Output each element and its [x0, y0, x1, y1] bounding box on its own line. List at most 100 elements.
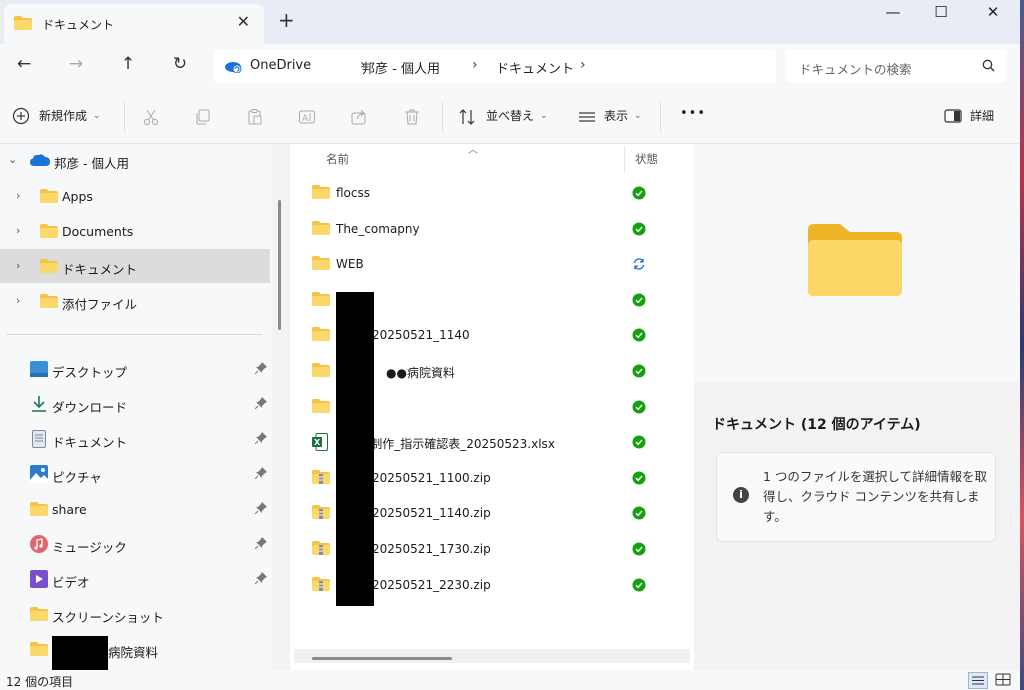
sort-button[interactable]: 並べ替え ⌄	[486, 107, 548, 124]
details-button[interactable]: 詳細	[970, 107, 994, 124]
pin-icon[interactable]	[254, 537, 267, 552]
paste-icon[interactable]	[246, 108, 264, 129]
more-options-button[interactable]: •••	[680, 106, 706, 121]
toolbar-divider	[660, 102, 661, 132]
sidebar-item-label: ピクチャ	[52, 470, 102, 485]
sync-pending-icon	[632, 257, 646, 274]
folder-icon	[14, 16, 32, 33]
folder-icon	[30, 642, 48, 659]
forward-button[interactable]: →	[62, 54, 90, 80]
sidebar-item-screenshots[interactable]: スクリーンショット	[0, 597, 270, 631]
view-button[interactable]: 表示 ⌄	[604, 107, 642, 124]
refresh-button[interactable]: ↻	[166, 54, 194, 80]
sidebar-item-documents-qa[interactable]: ドキュメント	[0, 422, 270, 456]
sidebar-item-videos[interactable]: ビデオ	[0, 562, 270, 596]
rename-icon[interactable]: A	[298, 108, 316, 129]
breadcrumb-personal[interactable]: 邦彦 - 個人用	[362, 58, 440, 77]
sync-complete-icon	[632, 471, 646, 488]
sidebar-item-desktop[interactable]: デスクトップ	[0, 352, 270, 386]
sidebar-item-music[interactable]: ミュージック	[0, 527, 270, 561]
address-bar[interactable]: OneDrive › 邦彦 - 個人用 › ドキュメント ›	[214, 49, 776, 83]
file-name: flocss	[336, 186, 371, 200]
tiles-view-button[interactable]	[994, 672, 1014, 689]
sidebar-item-share[interactable]: share	[0, 492, 270, 526]
sync-complete-icon	[632, 186, 646, 203]
folder-icon	[30, 607, 48, 624]
file-name: B制作_指示確認表_20250523.xlsx	[362, 437, 555, 452]
up-button[interactable]: ↑	[114, 54, 142, 80]
chevron-right-icon[interactable]: ›	[16, 189, 20, 202]
share-icon[interactable]	[350, 108, 368, 129]
pin-icon[interactable]	[254, 362, 267, 377]
desktop-background-edge	[1020, 0, 1024, 690]
folder-icon	[312, 256, 330, 273]
excel-file-icon: X	[312, 433, 328, 454]
chevron-down-icon: ⌄	[540, 110, 548, 121]
pin-icon[interactable]	[254, 397, 267, 412]
desktop-icon	[30, 361, 48, 380]
sidebar-scrollbar[interactable]	[278, 200, 281, 330]
tab-close-icon[interactable]: ✕	[237, 12, 250, 31]
folder-icon	[312, 327, 330, 344]
horizontal-scrollbar[interactable]	[312, 657, 452, 660]
sync-complete-icon	[632, 222, 646, 239]
chevron-down-icon[interactable]: ⌄	[8, 153, 17, 166]
pin-icon[interactable]	[254, 467, 267, 482]
sidebar-divider	[6, 334, 262, 335]
chevron-right-icon[interactable]: ›	[472, 57, 478, 73]
file-name: WEB	[336, 257, 364, 272]
chevron-down-icon: ⌄	[634, 110, 642, 121]
sidebar-item-pictures[interactable]: ピクチャ	[0, 457, 270, 491]
chevron-right-icon[interactable]: ›	[16, 259, 20, 272]
horizontal-scrollbar-track	[294, 649, 690, 663]
breadcrumb-onedrive[interactable]: OneDrive	[250, 58, 311, 73]
delete-icon[interactable]	[403, 108, 421, 129]
column-header-name[interactable]: 名前	[326, 151, 349, 167]
file-name: 20250521_1730.zip	[372, 542, 491, 556]
tab-documents[interactable]: ドキュメント ✕	[4, 4, 264, 44]
sidebar-item-documents-en[interactable]: › Documents	[0, 214, 270, 248]
sync-complete-icon	[632, 578, 646, 595]
info-text: 1 つのファイルを選択して詳細情報を取得し、クラウド コンテンツを共有します。	[763, 469, 988, 524]
details-view-button[interactable]	[968, 672, 988, 689]
pin-icon[interactable]	[254, 432, 267, 447]
sidebar-item-attachments[interactable]: › 添付ファイル	[0, 284, 270, 318]
new-tab-button[interactable]: +	[278, 8, 295, 32]
maximize-button[interactable]: ☐	[918, 2, 964, 28]
tab-title: ドキュメント	[42, 18, 115, 32]
chevron-right-icon[interactable]: ›	[16, 224, 20, 237]
pin-icon[interactable]	[254, 502, 267, 517]
sidebar-item-label: ドキュメント	[62, 262, 138, 277]
close-window-button[interactable]: ✕	[970, 2, 1016, 28]
sidebar-item-apps[interactable]: › Apps	[0, 179, 270, 213]
breadcrumb-documents[interactable]: ドキュメント	[496, 58, 574, 77]
sidebar-item-documents[interactable]: › ドキュメント	[0, 249, 270, 283]
minimize-button[interactable]: —	[870, 2, 916, 28]
new-button[interactable]: 新規作成 ⌄	[39, 107, 101, 124]
sync-complete-icon	[632, 328, 646, 345]
copy-icon[interactable]	[194, 108, 212, 129]
search-input[interactable]: ドキュメントの検索	[799, 59, 912, 78]
file-row[interactable]: The_comapny	[290, 211, 694, 247]
view-label: 表示	[604, 109, 629, 123]
chevron-right-icon[interactable]: ›	[16, 294, 20, 307]
column-divider[interactable]	[624, 146, 625, 172]
pin-icon[interactable]	[254, 572, 267, 587]
search-icon[interactable]	[982, 59, 995, 75]
zip-folder-icon	[312, 576, 330, 594]
sidebar-item-label: ダウンロード	[52, 400, 128, 415]
search-box[interactable]: ドキュメントの検索	[785, 49, 1007, 83]
cut-icon[interactable]	[142, 108, 160, 129]
file-row[interactable]: WEB	[290, 246, 694, 282]
sidebar-item-onedrive[interactable]: ⌄ 邦彦 - 個人用	[0, 144, 270, 178]
sidebar-item-downloads[interactable]: ダウンロード	[0, 387, 270, 421]
svg-text:A: A	[302, 114, 309, 124]
sidebar-item-label: ビデオ	[52, 575, 90, 590]
sidebar-item-hospital-docs[interactable]: 病院資料	[0, 632, 270, 666]
column-header-status[interactable]: 状態	[635, 151, 658, 167]
file-row[interactable]: flocss	[290, 175, 694, 211]
back-button[interactable]: ←	[10, 54, 38, 80]
file-explorer-window: ドキュメント ✕ + — ☐ ✕ ← → ↑ ↻ OneDrive › 邦彦 -…	[0, 0, 1020, 690]
file-name: 20250521_2230.zip	[372, 577, 491, 592]
chevron-right-icon[interactable]: ›	[580, 57, 586, 73]
